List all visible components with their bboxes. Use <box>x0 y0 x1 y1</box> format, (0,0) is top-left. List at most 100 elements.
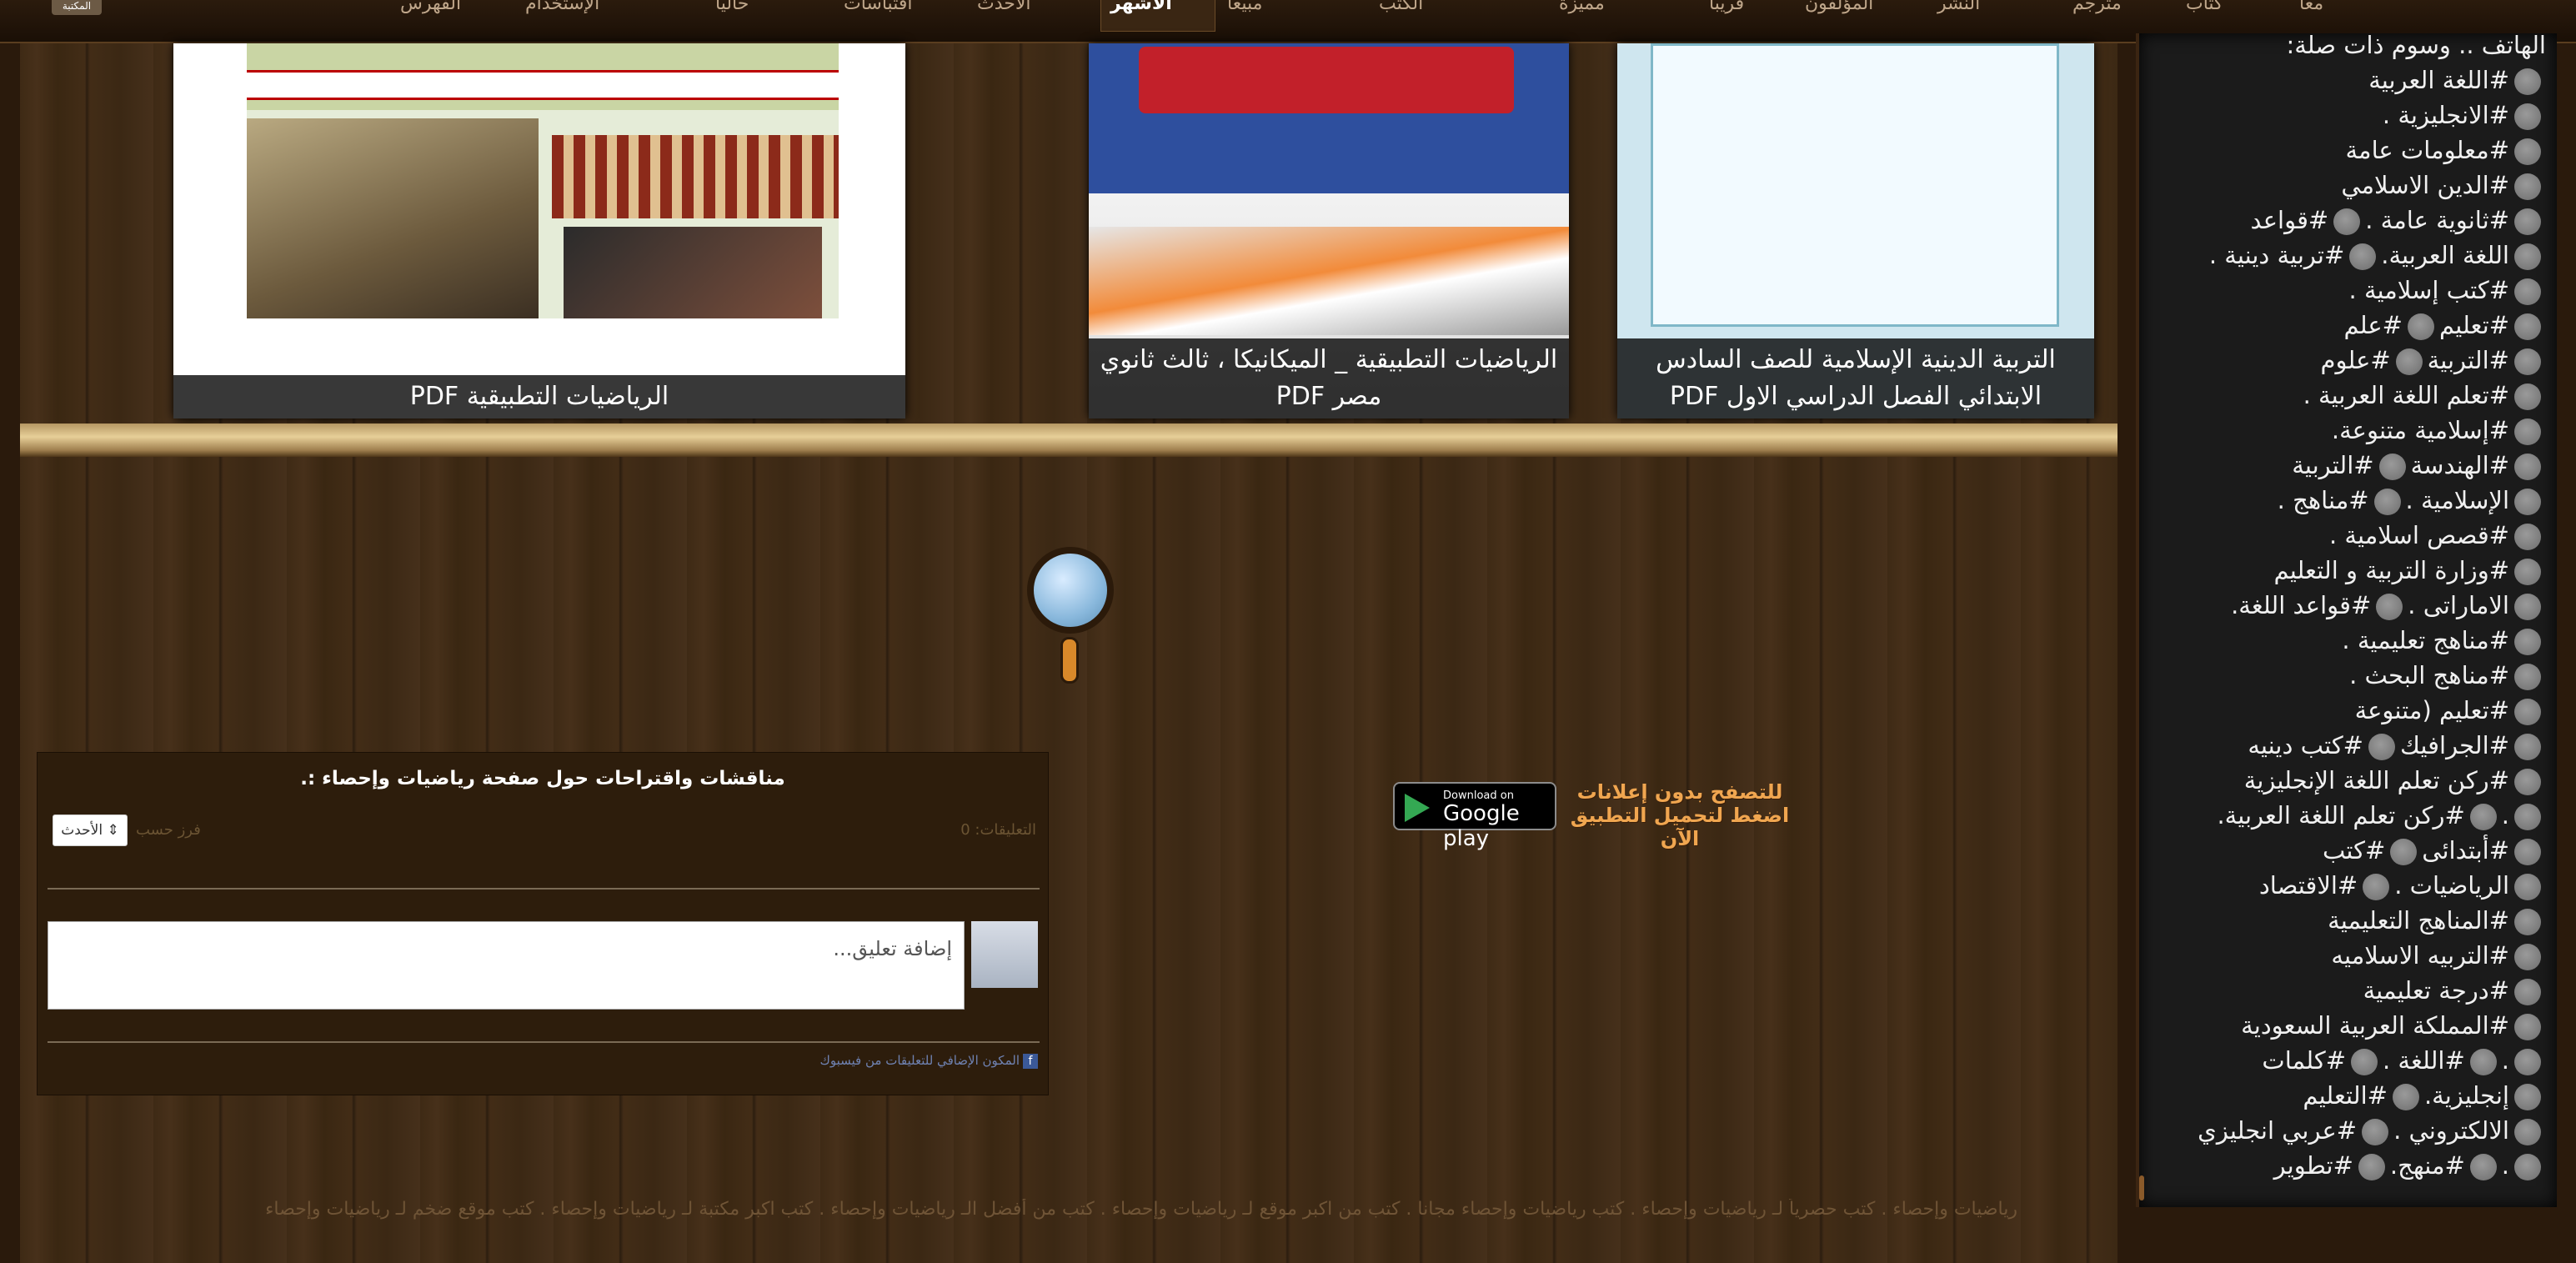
sidebar-tag-text[interactable]: الإسلامية . <box>2406 486 2509 514</box>
nav-popular[interactable]: الأشهر <box>1110 0 1172 33</box>
sidebar-tag-text[interactable]: الهاتف .. وسوم ذات صلة: <box>2286 31 2546 59</box>
book-title[interactable]: التربية الدينية الإسلامية للصف السادس ال… <box>1617 338 2094 418</box>
site-logo[interactable]: المكتبة <box>52 0 102 15</box>
sidebar-tag-text[interactable]: #كلمات <box>2262 1046 2346 1075</box>
sidebar-tag-text[interactable]: #إسلامية متنوعة. <box>2332 416 2509 444</box>
book-card-islamic-education[interactable]: التربية الدينية الإسلامية للصف السادس ال… <box>1617 43 2094 418</box>
sidebar-tag-line[interactable]: #اللغة العربية <box>2146 63 2546 97</box>
sidebar-tag-text[interactable]: #تربية دينية . <box>2209 241 2344 269</box>
sidebar-tag-line[interactable]: #التربية #علوم <box>2146 343 2546 377</box>
sidebar-tag-text[interactable]: #كتب دينيه <box>2248 731 2363 759</box>
sidebar-tag-line[interactable]: #الهندسة #التربية <box>2146 449 2546 482</box>
nav-publishing[interactable]: النشر <box>1937 0 1980 33</box>
sidebar-tag-text[interactable]: #تطوير <box>2274 1151 2353 1180</box>
sidebar-tag-text[interactable]: #التربية <box>2428 346 2509 374</box>
sidebar-tag-line[interactable]: #مناهج تعليمية . <box>2146 624 2546 657</box>
sidebar-tag-text[interactable]: اللغة العربية. <box>2381 241 2509 269</box>
sidebar-tag-text[interactable]: #قواعد <box>2251 206 2329 234</box>
facebook-plugin-link[interactable]: fالمكون الإضافي للتعليقات من فيسبوك <box>820 1053 1038 1069</box>
sidebar-tag-text[interactable]: #عربي انجليزي <box>2198 1116 2357 1145</box>
sidebar-tag-text[interactable]: #كتب إسلامية . <box>2349 276 2509 304</box>
sidebar-tag-text[interactable]: #منهج. <box>2390 1151 2465 1180</box>
sidebar-tag-text[interactable]: #وزارة التربية و التعليم <box>2273 556 2509 584</box>
sidebar-tag-text[interactable]: #تعليم <box>2439 311 2509 339</box>
sidebar-tag-line[interactable]: الاماراتى . #قواعد اللغة. <box>2146 589 2546 622</box>
sidebar-tag-line[interactable]: #ركن تعلم اللغة الإنجليزية <box>2146 764 2546 797</box>
sidebar-tag-text[interactable]: #الاقتصاد <box>2259 871 2358 900</box>
sidebar-tag-line[interactable]: #مناهج البحث . <box>2146 659 2546 692</box>
sidebar-tag-line[interactable]: #إسلامية متنوعة. <box>2146 413 2546 447</box>
sidebar-tag-text[interactable]: #كتب <box>2323 836 2385 865</box>
nav-usage[interactable]: الإستخدام <box>525 0 599 33</box>
sidebar-tag-line[interactable]: . #ركن تعلم اللغة العربية. <box>2146 799 2546 832</box>
sidebar-tag-text[interactable]: #المملكة العربية السعودية <box>2241 1011 2509 1040</box>
sidebar-tag-text[interactable]: الرياضيات . <box>2394 871 2509 900</box>
sidebar-tag-line[interactable]: #المناهج التعليمية <box>2146 904 2546 937</box>
sidebar-tag-line[interactable]: #التربيه الاسلاميه <box>2146 939 2546 972</box>
sidebar-tag-line[interactable]: إنجليزية. #التعليم <box>2146 1079 2546 1112</box>
book-title[interactable]: الرياضيات التطبيقية PDF <box>173 375 905 418</box>
nav-featured[interactable]: مميزة <box>1559 0 1605 33</box>
sidebar-tag-text[interactable]: . <box>2502 801 2509 829</box>
sidebar-tag-line[interactable]: #أبتدائى #كتب <box>2146 834 2546 867</box>
sidebar-tag-text[interactable]: . <box>2502 1046 2509 1075</box>
sidebar-tag-line[interactable]: #قصص اسلامية . <box>2146 519 2546 552</box>
sidebar-tag-text[interactable]: إنجليزية. <box>2424 1081 2509 1110</box>
app-promo-text[interactable]: للتصفح بدون إعلانات اضغط لتحميل التطبيق … <box>1567 780 1792 850</box>
sidebar-tag-text[interactable]: #التعليم <box>2303 1081 2388 1110</box>
sidebar-tag-line[interactable]: #وزارة التربية و التعليم <box>2146 554 2546 587</box>
sidebar-tag-text[interactable]: #مناهج تعليمية . <box>2342 626 2509 654</box>
sidebar-tag-line[interactable]: #تعليم #علم <box>2146 308 2546 342</box>
sidebar-tag-text[interactable]: #الدين الاسلامي <box>2341 171 2509 199</box>
sidebar-tag-text[interactable]: #المناهج التعليمية <box>2328 906 2509 935</box>
sidebar-tag-text[interactable]: #التربية <box>2292 451 2373 479</box>
nav-bestsellers[interactable]: مبيعا <box>1227 0 1262 33</box>
google-play-badge[interactable]: Download on Google play <box>1393 782 1556 851</box>
sidebar-tag-line[interactable]: #الجرافيك #كتب دينيه <box>2146 729 2546 762</box>
sidebar-tag-line[interactable]: الرياضيات . #الاقتصاد <box>2146 869 2546 902</box>
book-card-mechanics[interactable]: الرياضيات التطبيقية _ الميكانيكا ، ثالث … <box>1089 43 1569 418</box>
sidebar-scrollbar[interactable] <box>2139 1175 2144 1200</box>
sidebar-tag-line[interactable]: #الانجليزية . <box>2146 98 2546 132</box>
sidebar-tag-line[interactable]: #المملكة العربية السعودية <box>2146 1009 2546 1042</box>
sidebar-tag-line[interactable]: #معلومات عامة <box>2146 133 2546 167</box>
book-card-applied-math[interactable]: الرياضيات التطبيقية PDF <box>173 43 905 418</box>
sidebar-tag-text[interactable]: الالكتروني . <box>2393 1116 2509 1145</box>
sidebar-tag-line[interactable]: . #اللغة . #كلمات <box>2146 1044 2546 1077</box>
sidebar-tag-line[interactable]: الالكتروني . #عربي انجليزي <box>2146 1114 2546 1147</box>
sidebar-tag-text[interactable]: #ثانوية عامة . <box>2365 206 2509 234</box>
book-title[interactable]: الرياضيات التطبيقية _ الميكانيكا ، ثالث … <box>1089 338 1569 418</box>
sidebar-tag-line[interactable]: اللغة العربية. #تربية دينية . <box>2146 238 2546 272</box>
sidebar-tag-text[interactable]: #تعلم اللغة العربية . <box>2303 381 2509 409</box>
nav-soon[interactable]: قريبا <box>1709 0 1744 33</box>
nav-now[interactable]: حاليا <box>715 0 749 33</box>
nav-books[interactable]: الكتب <box>1379 0 1423 33</box>
footer-links[interactable]: رياضيات وإحصاء . كتب حصرياً لـ رياضيات و… <box>50 1199 2017 1220</box>
sidebar-tag-text[interactable]: . <box>2502 1151 2509 1180</box>
sidebar-tag-line[interactable]: . #منهج. #تطوير <box>2146 1149 2546 1182</box>
sidebar-tag-line[interactable]: #الدين الاسلامي <box>2146 168 2546 202</box>
nav-index[interactable]: الفهرس <box>400 0 461 33</box>
sidebar-tag-text[interactable]: #التربيه الاسلاميه <box>2331 941 2509 970</box>
sidebar-tag-text[interactable]: #الانجليزية . <box>2383 101 2509 129</box>
nav-quotes[interactable]: اقتباسات <box>844 0 912 33</box>
sidebar-tag-line[interactable]: #كتب إسلامية . <box>2146 273 2546 307</box>
sidebar-tag-text[interactable]: #الهندسة <box>2411 451 2509 479</box>
sidebar-tag-text[interactable]: #اللغة العربية <box>2368 66 2509 94</box>
sidebar-tag-line[interactable]: #درجة تعليمية <box>2146 974 2546 1007</box>
sidebar-tag-text[interactable]: #ركن تعلم اللغة العربية. <box>2217 801 2464 829</box>
sidebar-tag-line[interactable]: #تعليم (متنوعة <box>2146 694 2546 727</box>
sidebar-tag-text[interactable]: #قواعد اللغة. <box>2231 591 2371 619</box>
sidebar-tag-text[interactable]: #اللغة . <box>2383 1046 2465 1075</box>
sidebar-tag-text[interactable]: #تعليم (متنوعة <box>2355 696 2509 724</box>
nav-authors[interactable]: المؤلفون <box>1805 0 1873 33</box>
sidebar-tag-text[interactable]: #الجرافيك <box>2400 731 2509 759</box>
sidebar-tag-text[interactable]: #درجة تعليمية <box>2363 976 2509 1005</box>
sidebar-tag-text[interactable]: #علوم <box>2321 346 2391 374</box>
sidebar-tag-text[interactable]: #أبتدائى <box>2422 836 2509 865</box>
sort-button[interactable]: الأحدث ⇕ <box>53 814 128 846</box>
sidebar-tag-text[interactable]: #قصص اسلامية . <box>2329 521 2509 549</box>
sidebar-tag-text[interactable]: #مناهج البحث . <box>2349 661 2509 689</box>
sidebar-tag-line[interactable]: #ثانوية عامة . #قواعد <box>2146 203 2546 237</box>
sidebar-tag-text[interactable]: #علم <box>2343 311 2403 339</box>
